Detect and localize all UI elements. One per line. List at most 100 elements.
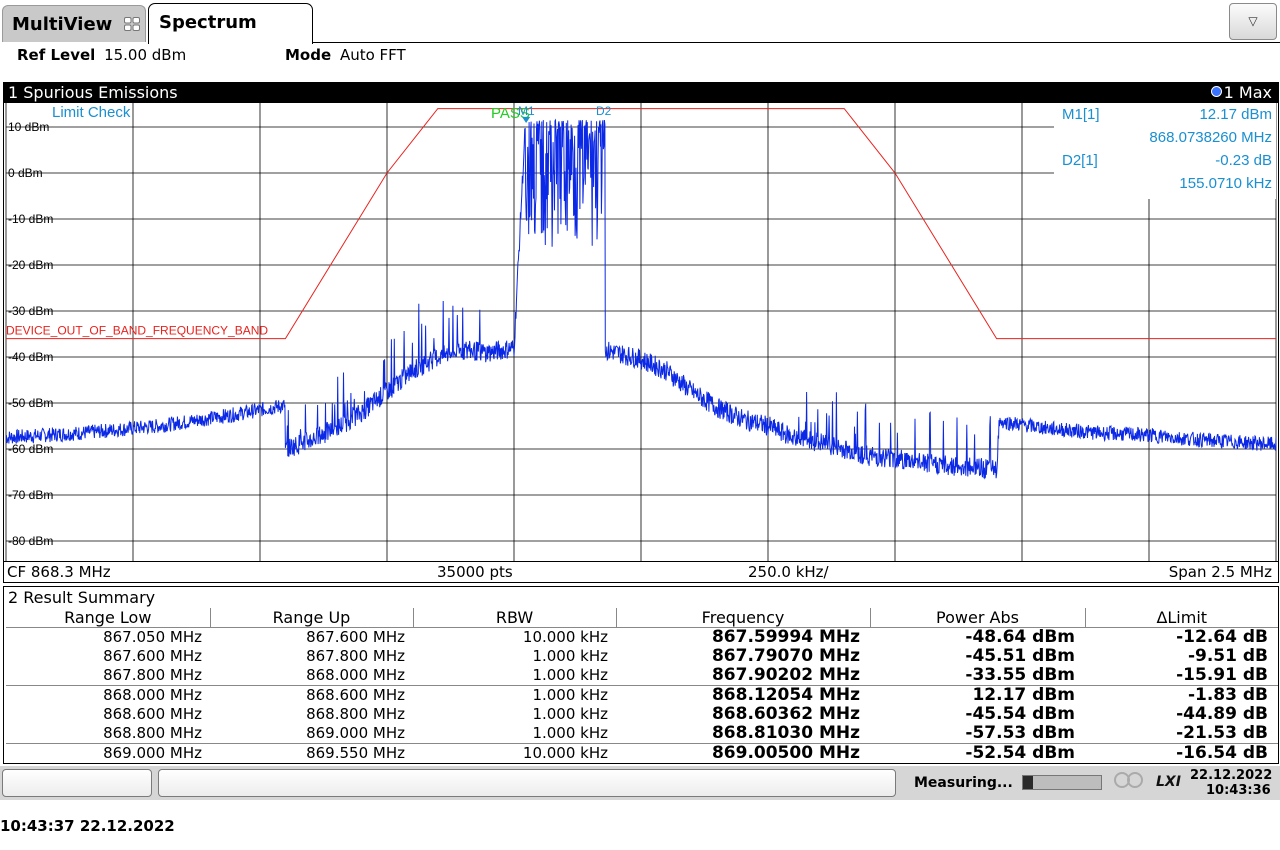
table-row[interactable]: 869.000 MHz 869.550 MHz 10.000 kHz 869.0050…	[6, 743, 1278, 763]
col-range-up: Range Up	[210, 608, 414, 628]
progress-meter-fill	[1023, 776, 1033, 789]
marker-m1-label: M1	[518, 104, 535, 118]
triangle-down-icon: ▽	[1248, 14, 1258, 28]
y-tick-label: -50 dBm	[8, 396, 53, 410]
range-up-cell: 869.000 MHz	[306, 724, 405, 742]
limit-line-label: DEVICE_OUT_OF_BAND_FREQUENCY_BAND	[6, 324, 268, 338]
rbw-cell: 1.000 kHz	[532, 666, 608, 684]
range-low-cell: 869.000 MHz	[6, 743, 210, 763]
trace-indicator[interactable]: 1 Max	[1210, 83, 1272, 102]
rbw-cell: 10.000 kHz	[413, 743, 616, 763]
rbw-cell: 1.000 kHz	[532, 647, 608, 665]
rbw-cell: 10.000 kHz	[522, 628, 608, 646]
trace-dot-icon	[1210, 86, 1222, 97]
status-message-field[interactable]	[158, 769, 896, 797]
result-summary-window[interactable]: 2 Result Summary Range Low Range Up RBW …	[3, 586, 1279, 764]
tab-spectrum[interactable]: Spectrum	[148, 3, 313, 44]
delta-limit-cell: -21.53 dB	[1176, 723, 1268, 743]
ref-icon	[1108, 771, 1150, 796]
range-up-cell: 868.600 MHz	[210, 685, 413, 705]
status-time: 10:43:36	[1206, 783, 1271, 798]
spectrum-plot[interactable]: 10 dBm 0 dBm -10 dBm -20 dBm -30 dBm -40 dBm -…	[4, 103, 1278, 561]
result-summary-title: 2 Result Summary	[8, 588, 156, 607]
y-tick-label: 0 dBm	[8, 166, 43, 180]
marker-info-value: 155.0710 kHz	[1179, 175, 1272, 192]
y-tick-label: -20 dBm	[8, 258, 53, 272]
table-row[interactable]: 867.800 MHz 868.000 MHz 1.000 kHz 867.90202…	[6, 666, 1278, 686]
delta-limit-cell: -9.51 dB	[1187, 646, 1268, 666]
delta-limit-cell: -12.64 dB	[1176, 627, 1268, 647]
table-row[interactable]: 867.050 MHz 867.600 MHz 10.000 kHz 867.5999…	[6, 628, 1278, 648]
rbw-cell: 1.000 kHz	[532, 705, 608, 723]
delta-limit-cell: -1.83 dB	[1085, 685, 1278, 705]
range-low-cell: 867.800 MHz	[103, 666, 202, 684]
col-range-low: Range Low	[6, 608, 211, 628]
screenshot-timestamp: 10:43:37 22.12.2022	[0, 817, 175, 835]
power-abs-cell: -57.53 dBm	[965, 723, 1075, 743]
marker-info-name: M1[1]	[1062, 106, 1100, 123]
power-abs-cell: -48.64 dBm	[965, 627, 1075, 647]
table-row[interactable]: 868.000 MHz 868.600 MHz 1.000 kHz 868.12054…	[6, 685, 1278, 705]
range-low-cell: 868.600 MHz	[103, 705, 202, 723]
range-low-cell: 868.800 MHz	[103, 724, 202, 742]
footer-div: 250.0 kHz/	[748, 563, 829, 581]
rbw-cell: 1.000 kHz	[532, 724, 608, 742]
range-up-cell: 867.800 MHz	[306, 647, 405, 665]
frequency-cell: 868.81030 MHz	[711, 723, 860, 743]
ref-level-setting[interactable]: Ref Level 15.00 dBm	[17, 46, 186, 64]
frequency-cell: 868.12054 MHz	[616, 685, 870, 705]
y-tick-label: -30 dBm	[8, 304, 53, 318]
power-abs-cell: 12.17 dBm	[870, 685, 1085, 705]
diagram-title-bar: 1 Spurious Emissions 1 Max	[4, 83, 1278, 103]
y-tick-label: -40 dBm	[8, 350, 53, 364]
measuring-status: Measuring...	[914, 775, 1013, 791]
mode-setting[interactable]: Mode Auto FFT	[285, 46, 406, 64]
delta-limit-cell: -16.54 dB	[1085, 743, 1278, 763]
range-up-cell: 869.550 MHz	[210, 743, 413, 763]
table-header-row: Range Low Range Up RBW Frequency Power A…	[6, 608, 1278, 628]
col-rbw: RBW	[413, 608, 617, 628]
marker-info-name: D2[1]	[1062, 152, 1098, 169]
y-tick-label: 10 dBm	[8, 120, 49, 134]
marker-info-value: 868.0738260 MHz	[1149, 129, 1272, 146]
range-up-cell: 868.000 MHz	[306, 666, 405, 684]
footer-points: 35000 pts	[437, 563, 513, 581]
frequency-cell: 867.59994 MHz	[711, 627, 860, 647]
power-abs-cell: -33.55 dBm	[965, 665, 1075, 685]
diagram-title: 1 Spurious Emissions	[8, 83, 178, 102]
tab-multiview[interactable]: MultiView	[2, 5, 146, 42]
col-power-abs: Power Abs	[870, 608, 1086, 628]
range-up-cell: 868.800 MHz	[306, 705, 405, 723]
mode-value: Auto FFT	[339, 46, 406, 64]
tab-spectrum-label: Spectrum	[159, 12, 257, 33]
table-row[interactable]: 868.800 MHz 869.000 MHz 1.000 kHz 868.81030…	[6, 724, 1278, 744]
marker-info-value: 12.17 dBm	[1199, 106, 1272, 123]
delta-limit-cell: -15.91 dB	[1176, 665, 1268, 685]
trace-label: 1 Max	[1223, 83, 1272, 102]
footer-span: Span 2.5 MHz	[1168, 563, 1272, 581]
table-row[interactable]: 868.600 MHz 868.800 MHz 1.000 kHz 868.60362…	[6, 705, 1278, 724]
status-bar: Measuring... LXI 22.12.2022 10:43:36	[0, 766, 1280, 800]
marker-info-value: -0.23 dB	[1215, 152, 1272, 169]
y-tick-label: -80 dBm	[8, 534, 53, 548]
table-row[interactable]: 867.600 MHz 867.800 MHz 1.000 kHz 867.79070…	[6, 647, 1278, 666]
frequency-cell: 867.79070 MHz	[711, 646, 860, 666]
marker-d2-label: D2	[596, 104, 612, 118]
frequency-cell: 867.90202 MHz	[711, 665, 860, 685]
tab-bar: MultiView Spectrum ▽	[0, 0, 1280, 44]
tab-multiview-label: MultiView	[12, 14, 113, 35]
col-delta-limit: ΔLimit	[1085, 608, 1278, 628]
window-dropdown-button[interactable]: ▽	[1229, 3, 1277, 40]
spurious-emissions-window[interactable]: 1 Spurious Emissions 1 Max 10 dBm 0 dBm -1…	[3, 82, 1279, 583]
status-field-left[interactable]	[2, 769, 152, 797]
power-abs-cell: -52.54 dBm	[870, 743, 1085, 763]
range-low-cell: 867.050 MHz	[103, 628, 202, 646]
limit-check-label: Limit Check	[52, 104, 131, 121]
power-abs-cell: -45.54 dBm	[965, 704, 1075, 724]
range-low-cell: 868.000 MHz	[6, 685, 210, 705]
multiview-grid-icon	[124, 17, 140, 31]
footer-cf: CF 868.3 MHz	[7, 563, 111, 581]
ref-level-label: Ref Level	[17, 46, 96, 64]
y-tick-label: -10 dBm	[8, 212, 53, 226]
col-frequency: Frequency	[616, 608, 871, 628]
